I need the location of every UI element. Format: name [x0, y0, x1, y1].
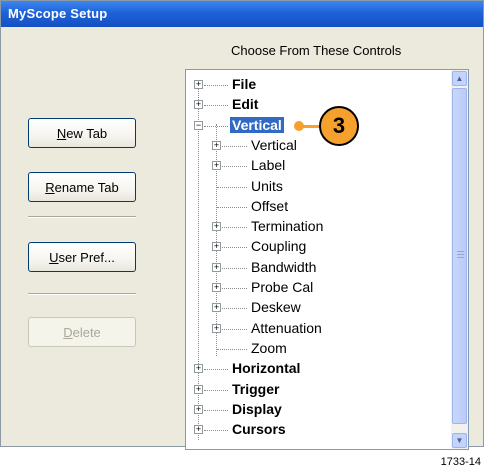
- tree-connector: [204, 369, 228, 371]
- scroll-down-arrow-icon[interactable]: ▼: [452, 433, 467, 448]
- expand-icon[interactable]: +: [212, 283, 221, 292]
- new-tab-button[interactable]: New Tab: [28, 118, 136, 148]
- title-bar[interactable]: MyScope Setup: [1, 1, 483, 27]
- tree-item[interactable]: + File: [186, 75, 451, 95]
- tree-item-label[interactable]: Zoom: [251, 340, 287, 356]
- tree-item-label[interactable]: Probe Cal: [251, 279, 313, 295]
- expand-icon[interactable]: +: [212, 242, 221, 252]
- delete-button[interactable]: Delete: [28, 317, 136, 347]
- tree-connector: [217, 206, 247, 208]
- expand-icon[interactable]: +: [194, 425, 203, 435]
- figure-number: 1733-14: [440, 456, 481, 468]
- user-pref-button[interactable]: User Pref...: [28, 242, 136, 272]
- rename-tab-mnemonic: R: [45, 179, 55, 195]
- tree-item-label[interactable]: Units: [251, 178, 283, 194]
- tree-connector: [222, 308, 247, 310]
- tree-item[interactable]: + Attenuation: [186, 319, 451, 339]
- controls-header-area: Choose From These Controls: [1, 27, 483, 69]
- tree-connector: [222, 247, 247, 249]
- tree-connector: [222, 145, 247, 147]
- expand-icon[interactable]: +: [194, 100, 203, 110]
- tree-item-label[interactable]: Termination: [251, 218, 323, 234]
- tree-connector: [204, 389, 228, 391]
- new-tab-label: ew Tab: [66, 125, 108, 141]
- expand-icon[interactable]: +: [212, 222, 221, 232]
- panel-header: Choose From These Controls: [231, 43, 402, 58]
- tree-item-label[interactable]: Display: [232, 401, 282, 417]
- tree-item[interactable]: + Vertical: [186, 136, 451, 156]
- callout-marker: 3: [319, 106, 359, 146]
- tree-connector: [222, 166, 247, 168]
- tree-connector: [222, 328, 247, 330]
- tree-item[interactable]: + Cursors: [186, 420, 451, 440]
- tree-item-label[interactable]: Bandwidth: [251, 259, 316, 275]
- tree-item-label[interactable]: Attenuation: [251, 320, 322, 336]
- tree-item-label[interactable]: Trigger: [232, 381, 279, 397]
- new-tab-mnemonic: N: [56, 125, 67, 141]
- tree-item[interactable]: + Coupling: [186, 237, 451, 257]
- tree-connector: [204, 409, 228, 411]
- user-pref-label: ser Pref...: [58, 249, 115, 265]
- tree-item-label[interactable]: Vertical: [230, 116, 284, 133]
- rename-tab-label: ename Tab: [54, 179, 119, 195]
- tree-connector: [222, 288, 247, 289]
- tree-item[interactable]: Units: [186, 177, 451, 197]
- expand-icon[interactable]: +: [194, 80, 203, 89]
- tree-item-label[interactable]: Cursors: [232, 421, 286, 437]
- window-title: MyScope Setup: [8, 6, 108, 21]
- tree-connector: [204, 430, 228, 432]
- tree-item-label[interactable]: Label: [251, 157, 285, 173]
- tree-item[interactable]: + Edit: [186, 95, 451, 115]
- tree-item[interactable]: Offset: [186, 197, 451, 217]
- delete-mnemonic: D: [63, 324, 73, 340]
- expand-icon[interactable]: +: [194, 384, 203, 394]
- tree-connector: [217, 186, 247, 188]
- tree-item[interactable]: + Trigger: [186, 380, 451, 400]
- scroll-grip: [457, 254, 464, 255]
- callout-number: 3: [332, 113, 346, 138]
- scroll-grip: [457, 257, 464, 258]
- tree-item[interactable]: + Termination: [186, 217, 451, 237]
- tree-item-label[interactable]: Coupling: [251, 238, 306, 254]
- button-separator: [28, 216, 136, 218]
- tree-item-label[interactable]: Deskew: [251, 299, 301, 315]
- tree-item[interactable]: + Probe Cal: [186, 278, 451, 298]
- tree-item-label[interactable]: Edit: [232, 96, 258, 112]
- tree-connector: [222, 227, 247, 229]
- tree-connector: [204, 105, 228, 107]
- collapse-icon[interactable]: −: [194, 120, 203, 130]
- tree-item[interactable]: + Horizontal: [186, 359, 451, 379]
- vertical-scrollbar[interactable]: ▲ ▼: [451, 70, 468, 449]
- callout-pointer-line: [298, 125, 320, 128]
- tree-item-label[interactable]: Offset: [251, 198, 288, 214]
- scroll-thumb[interactable]: [452, 88, 467, 424]
- tree-item-label[interactable]: Horizontal: [232, 360, 300, 376]
- tree-item[interactable]: + Deskew: [186, 298, 451, 318]
- tree-item-label[interactable]: File: [232, 76, 256, 92]
- tree-item[interactable]: + Bandwidth: [186, 258, 451, 278]
- tree-connector: [217, 348, 247, 350]
- tree-item[interactable]: + Label: [186, 156, 451, 176]
- expand-icon[interactable]: +: [212, 303, 221, 313]
- expand-icon[interactable]: +: [194, 364, 203, 374]
- rename-tab-button[interactable]: Rename Tab: [28, 172, 136, 202]
- tree-connector: [222, 267, 247, 269]
- tree-item-label[interactable]: Vertical: [251, 137, 297, 153]
- scroll-up-arrow-icon[interactable]: ▲: [452, 71, 467, 86]
- expand-icon[interactable]: +: [212, 262, 221, 272]
- user-pref-mnemonic: U: [49, 249, 59, 265]
- expand-icon[interactable]: +: [212, 323, 221, 333]
- delete-label: elete: [72, 324, 101, 340]
- button-separator: [28, 293, 136, 295]
- tree-connector: [204, 85, 228, 86]
- tree-connector: [204, 125, 228, 127]
- tree-item[interactable]: Zoom: [186, 339, 451, 359]
- expand-icon[interactable]: +: [194, 404, 203, 414]
- scroll-grip: [457, 251, 464, 252]
- expand-icon[interactable]: +: [212, 161, 221, 171]
- expand-icon[interactable]: +: [212, 140, 221, 150]
- tree-item[interactable]: + Display: [186, 400, 451, 420]
